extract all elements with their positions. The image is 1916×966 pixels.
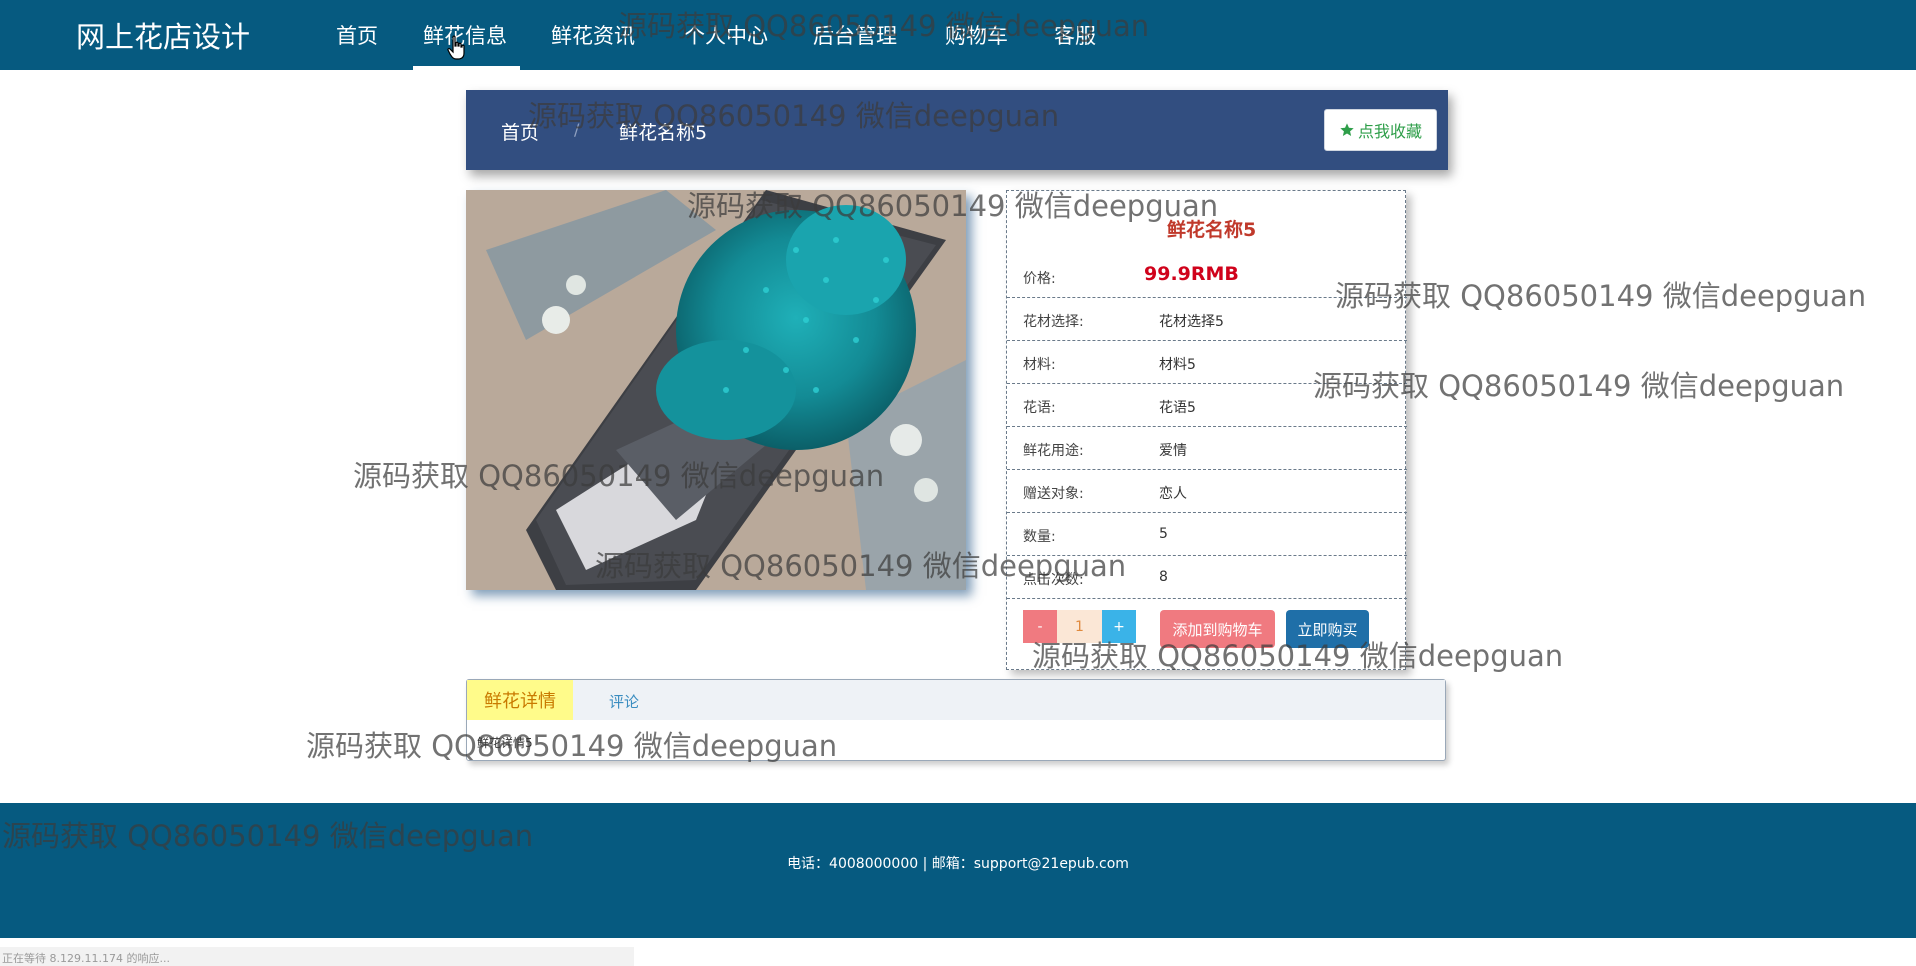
footer-contact: 电话：4008000000 | 邮箱：support@21epub.com — [787, 856, 1129, 872]
nav-item-personal-center[interactable]: 个人中心 — [684, 20, 768, 50]
price-value: 99.9RMB — [1144, 263, 1239, 285]
quantity-input[interactable]: 1 — [1057, 610, 1102, 643]
price-row: 价格: 99.9RMB — [1007, 255, 1407, 298]
watermark: 源码获取 QQ86050149 微信deepguan — [1335, 279, 1867, 313]
tab-comments[interactable]: 评论 — [609, 691, 639, 712]
info-row: 数量: 5 — [1007, 513, 1407, 556]
nav-item-cart[interactable]: 购物车 — [945, 20, 1008, 50]
nav-item-flower-news[interactable]: 鲜花资讯 — [551, 20, 635, 50]
info-label: 材料: — [1023, 357, 1056, 373]
add-to-cart-button[interactable]: 添加到购物车 — [1160, 610, 1275, 648]
quantity-increase-button[interactable]: + — [1102, 610, 1136, 643]
site-brand[interactable]: 网上花店设计 — [76, 14, 250, 56]
info-label: 点击次数: — [1023, 572, 1084, 588]
site-footer: 电话：4008000000 | 邮箱：support@21epub.com — [0, 803, 1916, 938]
buy-now-button[interactable]: 立即购买 — [1286, 610, 1369, 648]
breadcrumb: 首页 / 鲜花名称5 点我收藏 — [466, 90, 1448, 170]
breadcrumb-current: 鲜花名称5 — [619, 122, 708, 144]
info-row: 花材选择: 花材选择5 — [1007, 298, 1407, 341]
product-image — [466, 190, 966, 590]
info-value: 8 — [1159, 569, 1168, 585]
hand-cursor-icon — [447, 35, 465, 60]
info-value: 爱情 — [1159, 443, 1187, 459]
tab-content: 鲜花详情5 — [477, 736, 533, 750]
info-value: 恋人 — [1159, 486, 1187, 502]
breadcrumb-home[interactable]: 首页 — [501, 118, 539, 145]
breadcrumb-separator: / — [574, 120, 580, 139]
info-label: 数量: — [1023, 529, 1056, 545]
browser-status-bar: 正在等待 8.129.11.174 的响应... — [0, 947, 634, 966]
info-value: 花材选择5 — [1159, 314, 1224, 330]
detail-tabs: 鲜花详情 评论 鲜花详情5 — [466, 679, 1446, 761]
info-label: 鲜花用途: — [1023, 443, 1084, 459]
nav-item-home[interactable]: 首页 — [336, 20, 378, 50]
nav-active-indicator — [413, 66, 520, 70]
info-row: 花语: 花语5 — [1007, 384, 1407, 427]
star-icon — [1340, 123, 1354, 136]
favorite-button[interactable]: 点我收藏 — [1324, 109, 1437, 151]
top-navbar: 网上花店设计 首页 鲜花信息 鲜花资讯 个人中心 后台管理 购物车 客服 — [0, 0, 1916, 70]
tab-flower-details[interactable]: 鲜花详情 — [467, 680, 573, 720]
tabs-header: 鲜花详情 评论 — [467, 680, 1445, 720]
nav-item-service[interactable]: 客服 — [1054, 20, 1096, 50]
info-value: 花语5 — [1159, 400, 1196, 416]
info-row: 赠送对象: 恋人 — [1007, 470, 1407, 513]
info-row: 材料: 材料5 — [1007, 341, 1407, 384]
nav-item-admin[interactable]: 后台管理 — [813, 20, 897, 50]
product-info-panel: 鲜花名称5 价格: 99.9RMB 花材选择: 花材选择5 材料: 材料5 花语… — [1006, 190, 1407, 670]
info-label: 赠送对象: — [1023, 486, 1084, 502]
nav-item-flower-info[interactable]: 鲜花信息 — [423, 20, 507, 50]
quantity-decrease-button[interactable]: - — [1023, 610, 1057, 643]
favorite-label: 点我收藏 — [1357, 122, 1422, 141]
info-label: 花语: — [1023, 400, 1056, 416]
info-value: 5 — [1159, 526, 1168, 542]
info-row: 点击次数: 8 — [1007, 556, 1407, 599]
product-title: 鲜花名称5 — [1167, 219, 1257, 241]
info-label: 花材选择: — [1023, 314, 1084, 330]
info-value: 材料5 — [1159, 357, 1196, 373]
price-label: 价格: — [1023, 271, 1056, 287]
info-row: 鲜花用途: 爱情 — [1007, 427, 1407, 470]
